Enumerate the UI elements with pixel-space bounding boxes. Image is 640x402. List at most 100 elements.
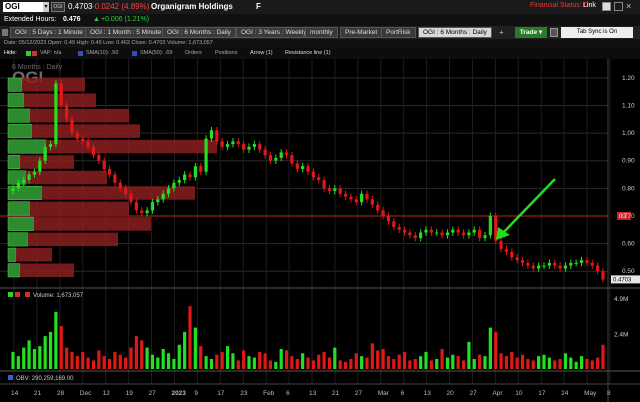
- volume-swatch-down-icon: [15, 292, 20, 297]
- candle-body: [408, 232, 412, 236]
- symbol-badge: OGI: [51, 2, 65, 12]
- volume-bar: [526, 359, 530, 369]
- volume-bar: [435, 359, 439, 369]
- date-tick: 17: [217, 390, 225, 397]
- candle-body: [252, 144, 256, 147]
- volume-bar: [376, 350, 380, 369]
- extended-hours-price: 0.476: [63, 16, 81, 23]
- candle-body: [429, 229, 433, 233]
- candle-body: [43, 146, 47, 161]
- price-chart[interactable]: OGI 6 Months : Daily 0.7 1.201.101.000.9…: [0, 59, 640, 402]
- volume-bar: [188, 306, 192, 369]
- candle-body: [242, 144, 246, 150]
- sma50-swatch-icon[interactable]: [132, 51, 137, 56]
- vap-swatch-down-icon[interactable]: [32, 51, 37, 56]
- link-toggle[interactable]: Link: [583, 2, 596, 9]
- close-icon[interactable]: ×: [626, 1, 631, 11]
- volume-bar: [258, 351, 262, 369]
- price-tick: 0.50: [622, 268, 635, 275]
- candle-body: [435, 232, 439, 234]
- candle-body: [27, 174, 31, 181]
- date-tick: 20: [447, 390, 455, 397]
- candle-body: [172, 182, 176, 189]
- tab-6-months-daily-active[interactable]: OGI : 6 Months : Daily: [418, 27, 492, 38]
- volume-bar: [483, 356, 487, 369]
- volume-bar: [317, 354, 321, 369]
- volume-bar: [461, 360, 466, 369]
- candle-body: [483, 235, 487, 239]
- volume-bar: [413, 359, 417, 369]
- tab-pre-market[interactable]: Pre-Market: [340, 27, 383, 38]
- chart-area[interactable]: OGI 6 Months : Daily 0.7 1.20 1.10 1.00 0.9…: [0, 59, 640, 402]
- volume-bar: [145, 347, 149, 369]
- volume-bar: [48, 331, 53, 369]
- vap-label[interactable]: VAP: n/a: [40, 48, 61, 59]
- candle-body: [596, 265, 600, 272]
- tab-1-month-5-minute[interactable]: OGI : 1 Month : 5 Minute: [85, 27, 167, 38]
- tab-sync-toggle[interactable]: Tab Sync is On: [561, 27, 633, 38]
- vap-bar-up: [7, 247, 17, 262]
- sma10-swatch-icon[interactable]: [78, 51, 83, 56]
- candle-body: [338, 188, 342, 194]
- trade-button[interactable]: Trade ▾: [515, 27, 547, 38]
- volume-bar: [520, 354, 525, 369]
- maximize-icon[interactable]: [614, 2, 623, 11]
- volume-bar: [542, 354, 546, 369]
- vap-bar-up: [7, 263, 21, 278]
- vap-bar-up: [7, 93, 25, 108]
- volume-bar: [107, 359, 112, 369]
- volume-bar: [242, 350, 246, 369]
- candle-body: [161, 193, 165, 200]
- vap-swatch-icon[interactable]: [26, 51, 31, 56]
- volume-bar: [585, 359, 589, 369]
- candle-body: [499, 240, 503, 250]
- candle-body: [461, 232, 466, 236]
- volume-bar: [596, 357, 600, 369]
- candle-body: [542, 265, 546, 267]
- arrow-toggle[interactable]: Arrow (1): [250, 48, 273, 59]
- date-tick: 21: [332, 390, 340, 397]
- candle-body: [209, 130, 214, 139]
- volume-bar: [301, 353, 305, 369]
- link-color-icon[interactable]: [602, 2, 611, 11]
- tab-3-years-weekly[interactable]: OGI : 3 Years : Weekly: [236, 27, 312, 38]
- add-tab-icon[interactable]: +: [499, 28, 504, 37]
- grid-icon[interactable]: [2, 29, 8, 36]
- candle-body: [11, 188, 15, 192]
- candle-body: [569, 262, 573, 266]
- candle-body: [156, 199, 160, 203]
- tab-5-days-1-minute[interactable]: OGI : 5 Days : 1 Minute: [10, 27, 88, 38]
- sma10-label[interactable]: SMA(10): .50: [86, 48, 118, 59]
- tab-6-months-daily[interactable]: OGI : 6 Months : Daily: [162, 27, 236, 38]
- candle-body: [215, 130, 219, 142]
- candle-body: [440, 232, 444, 236]
- orders-toggle[interactable]: Orders: [185, 48, 202, 59]
- date-tick: May: [584, 390, 597, 397]
- volume-bar: [263, 353, 267, 369]
- volume-bar: [424, 351, 428, 369]
- vap-bar-up: [7, 201, 31, 216]
- symbol-input[interactable]: OGI: [3, 2, 43, 12]
- volume-bar: [579, 356, 584, 369]
- last-price-label: 0.4703: [613, 277, 632, 283]
- tab-portrisk[interactable]: PortRisk: [381, 27, 416, 38]
- resistance-toggle[interactable]: Resistance line (1): [285, 48, 331, 59]
- symbol-dropdown-icon[interactable]: ▾: [43, 2, 49, 12]
- volume-bar: [236, 360, 240, 369]
- volume-bar: [354, 353, 358, 369]
- date-tick: 28: [57, 390, 65, 397]
- tab-monthly[interactable]: monthly: [305, 27, 338, 38]
- volume-bar: [32, 349, 37, 369]
- sma50-label[interactable]: SMA(50): .69: [140, 48, 172, 59]
- positions-toggle[interactable]: Positions: [215, 48, 237, 59]
- candle-body: [134, 202, 138, 211]
- volume-bar: [59, 326, 63, 369]
- candle-body: [515, 257, 519, 261]
- settings-icon[interactable]: [550, 28, 558, 37]
- vap-bar-down: [41, 186, 195, 200]
- date-tick: Apr: [492, 390, 503, 397]
- volume-bar: [150, 354, 155, 369]
- volume-bar: [183, 331, 187, 369]
- candle-body: [183, 174, 187, 181]
- candle-body: [504, 249, 509, 252]
